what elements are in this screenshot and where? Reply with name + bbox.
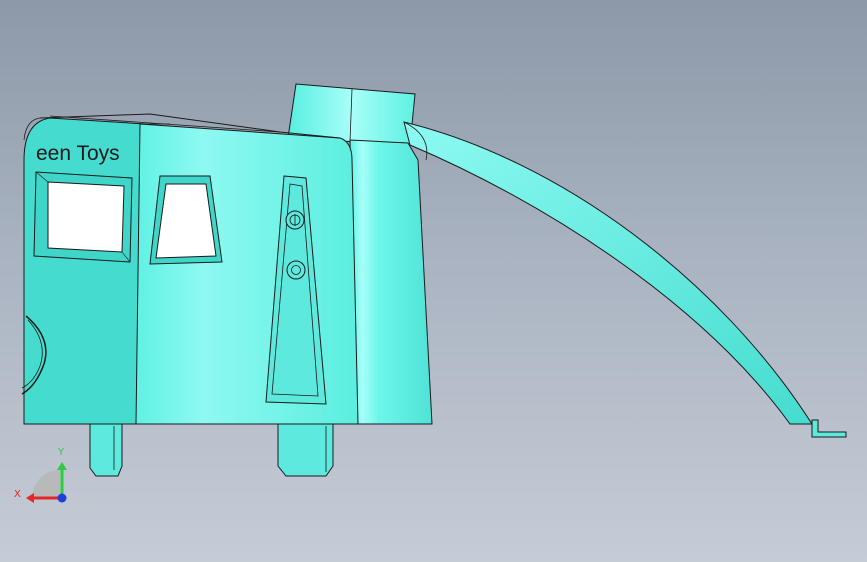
main-cylinder [349,139,433,425]
graphics-viewport[interactable]: een Toys Y X [0,0,867,562]
side-window [149,175,223,265]
x-axis-label: X [14,489,21,500]
slide [403,121,847,438]
front-window [33,171,133,263]
front-leg [89,423,123,477]
model-view[interactable]: een Toys [0,0,867,562]
rear-leg [277,423,334,477]
door-knob-top [285,210,305,230]
y-axis-label: Y [57,447,65,458]
logo-text: een Toys [36,142,120,165]
axis-triad: Y X [14,447,67,503]
z-axis-icon [57,493,67,503]
door-knob-bottom [286,260,306,280]
